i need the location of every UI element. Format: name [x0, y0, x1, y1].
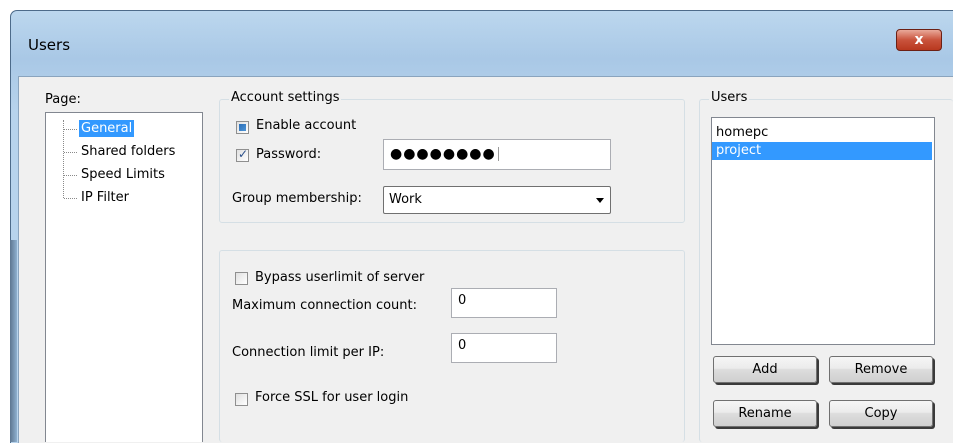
force-ssl-checkbox[interactable]: [235, 393, 248, 406]
max-connection-count-input[interactable]: 0: [451, 288, 557, 318]
tree-connector: [64, 198, 77, 199]
tree-connector: [64, 152, 77, 153]
max-connection-count-label: Maximum connection count:: [232, 298, 418, 313]
close-button[interactable]: x: [896, 29, 942, 51]
chevron-down-icon: [596, 198, 604, 203]
remove-button[interactable]: Remove: [829, 356, 933, 383]
user-list-item[interactable]: project: [712, 142, 932, 160]
password-checkbox[interactable]: ✓: [236, 147, 249, 162]
tree-item-speed-limits[interactable]: Speed Limits: [79, 166, 167, 183]
enable-account-label: Enable account: [256, 118, 357, 133]
window-frame-shade: [10, 240, 17, 442]
rename-button[interactable]: Rename: [713, 400, 817, 427]
tree-item-general[interactable]: General: [79, 120, 135, 137]
page-tree[interactable]: [45, 112, 203, 442]
checkmark-icon: ✓: [238, 147, 249, 161]
text-cursor: [498, 147, 499, 161]
account-settings-title: Account settings: [229, 90, 342, 105]
enable-account-checkbox[interactable]: [236, 121, 249, 134]
users-group-title: Users: [709, 90, 750, 105]
add-button[interactable]: Add: [713, 356, 817, 383]
close-icon: x: [914, 32, 924, 48]
password-label: Password:: [256, 147, 322, 162]
force-ssl-label: Force SSL for user login: [255, 390, 409, 405]
tree-connector: [64, 129, 77, 130]
connection-limit-per-ip-label: Connection limit per IP:: [232, 345, 385, 360]
group-membership-value: Work: [389, 192, 422, 207]
tree-connector: [64, 175, 77, 176]
page-label: Page:: [45, 92, 81, 107]
tree-item-ip-filter[interactable]: IP Filter: [79, 189, 131, 206]
copy-button[interactable]: Copy: [829, 400, 933, 427]
tree-item-shared-folders[interactable]: Shared folders: [79, 143, 177, 160]
tree-connector: [63, 120, 64, 198]
group-membership-label: Group membership:: [232, 191, 362, 206]
window-title: Users: [28, 36, 71, 54]
user-list-item[interactable]: homepc: [712, 124, 932, 142]
group-membership-select[interactable]: Work: [383, 186, 611, 214]
bypass-userlimit-checkbox[interactable]: [235, 272, 248, 285]
bypass-userlimit-label: Bypass userlimit of server: [255, 270, 425, 285]
password-input[interactable]: ●●●●●●●●: [383, 139, 611, 170]
connection-limit-per-ip-input[interactable]: 0: [451, 333, 557, 363]
